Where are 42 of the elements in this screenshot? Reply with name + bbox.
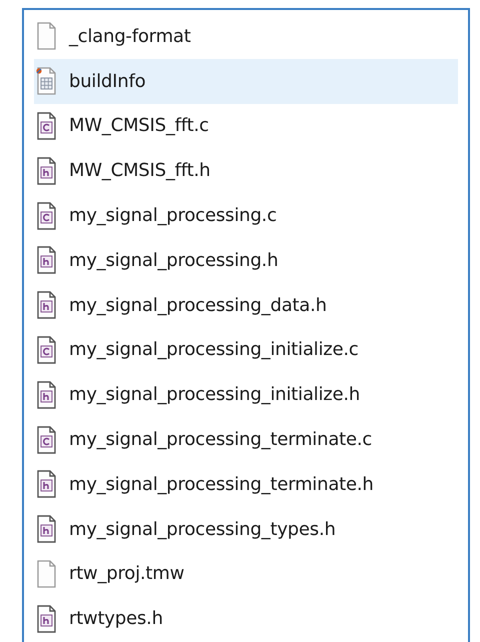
file-row[interactable]: my_signal_processing_types.h bbox=[34, 506, 458, 552]
file-row[interactable]: buildInfo bbox=[34, 58, 458, 104]
file-row[interactable]: rtw_proj.tmw bbox=[34, 552, 458, 596]
file-name: rtw_proj.tmw bbox=[69, 562, 184, 586]
blank-file-icon bbox=[36, 560, 57, 588]
file-row[interactable]: my_signal_processing_initialize.h bbox=[34, 372, 458, 418]
file-name: buildInfo bbox=[69, 70, 146, 94]
file-row[interactable]: my_signal_processing.c bbox=[34, 193, 458, 238]
file-name: my_signal_processing_initialize.c bbox=[69, 338, 358, 362]
file-row[interactable]: MW_CMSIS_fft.h bbox=[34, 148, 458, 194]
c-file-icon bbox=[36, 426, 57, 454]
c-file-icon bbox=[36, 202, 57, 230]
file-name: my_signal_processing.h bbox=[69, 248, 278, 273]
file-name: my_signal_processing_data.h bbox=[69, 294, 327, 318]
h-file-icon bbox=[36, 246, 57, 274]
file-name: rtwtypes.h bbox=[69, 607, 163, 632]
file-name: my_signal_processing_types.h bbox=[69, 518, 336, 542]
h-file-icon bbox=[36, 380, 57, 409]
file-row[interactable]: rtwtypes.h bbox=[34, 596, 458, 642]
file-name: MW_CMSIS_fft.c bbox=[69, 114, 209, 138]
file-name: my_signal_processing_terminate.h bbox=[69, 472, 374, 497]
file-name: my_signal_processing.c bbox=[69, 204, 277, 228]
file-name: my_signal_processing_initialize.h bbox=[69, 383, 360, 408]
blank-file-icon bbox=[36, 22, 57, 50]
file-row[interactable]: my_signal_processing_terminate.h bbox=[34, 462, 458, 507]
c-file-icon bbox=[36, 336, 57, 364]
file-name: _clang-format bbox=[69, 24, 191, 49]
h-file-icon bbox=[36, 604, 57, 633]
table-file-icon bbox=[36, 67, 57, 96]
file-row[interactable]: my_signal_processing_initialize.c bbox=[34, 328, 458, 372]
file-row[interactable]: _clang-format bbox=[34, 14, 458, 59]
file-row[interactable]: my_signal_processing.h bbox=[34, 238, 458, 283]
h-file-icon bbox=[36, 470, 57, 498]
h-file-icon bbox=[36, 291, 57, 320]
h-file-icon bbox=[36, 515, 57, 544]
file-row[interactable]: my_signal_processing_data.h bbox=[34, 282, 458, 328]
h-file-icon bbox=[36, 156, 57, 185]
file-row[interactable]: MW_CMSIS_fft.c bbox=[34, 104, 458, 148]
file-name: my_signal_processing_terminate.c bbox=[69, 428, 372, 452]
file-name: MW_CMSIS_fft.h bbox=[69, 159, 210, 184]
c-file-icon bbox=[36, 112, 57, 140]
file-row[interactable]: my_signal_processing_terminate.c bbox=[34, 417, 458, 462]
